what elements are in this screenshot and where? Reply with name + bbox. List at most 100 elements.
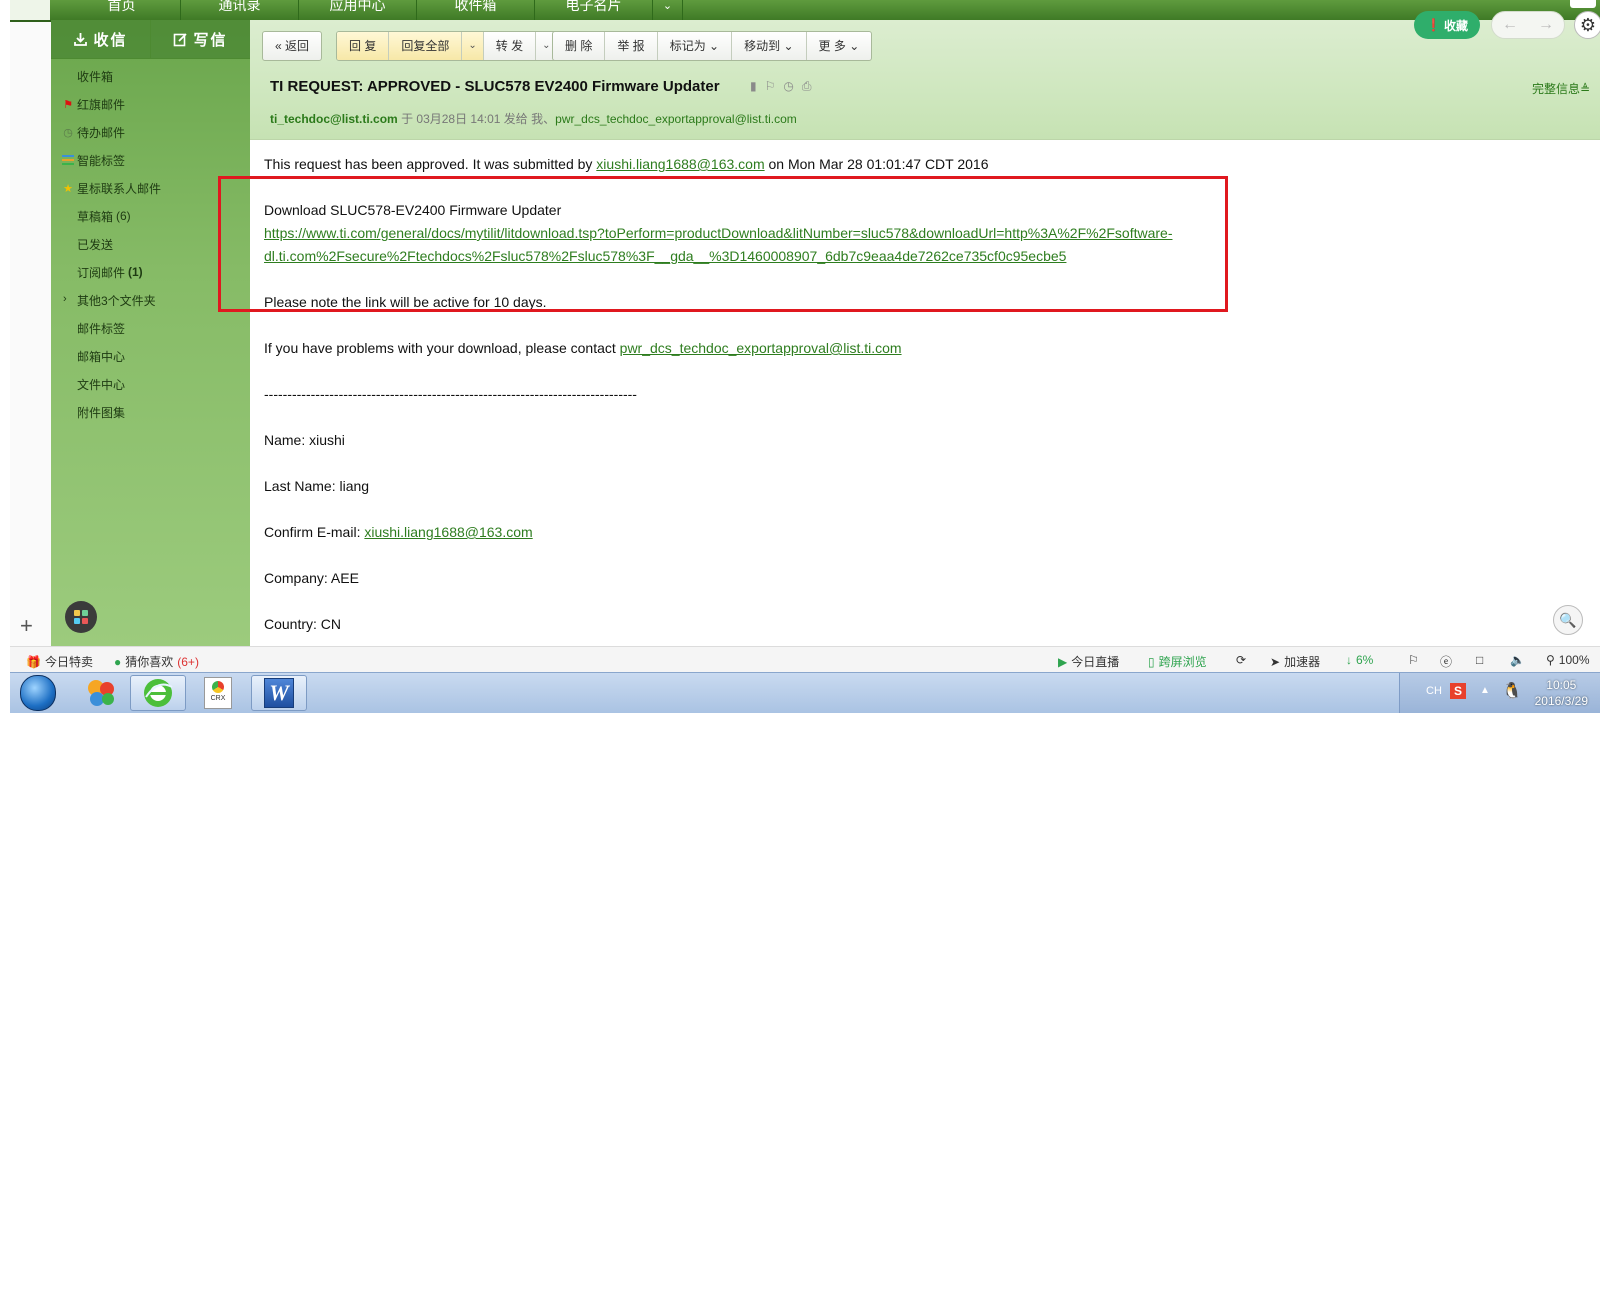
apps-grid-icon[interactable] — [65, 601, 97, 633]
forward-button[interactable]: 转 发 — [484, 32, 537, 60]
guess-like-label: 猜你喜欢 — [125, 655, 174, 669]
print-icon[interactable]: ⎙ — [802, 79, 812, 94]
sidebar-item-inbox[interactable]: 收件箱 — [51, 62, 250, 90]
sidebar-item-label: 文件中心 — [77, 377, 126, 392]
next-message-icon[interactable]: → — [1528, 12, 1564, 38]
sidebar-item-attachments[interactable]: 附件图集 — [51, 398, 250, 426]
sogou-ime-icon[interactable]: S — [1450, 683, 1466, 699]
tab-dropdown-icon[interactable]: ⌄ — [653, 0, 683, 20]
sidebar-item-flagged[interactable]: ⚑ 红旗邮件 — [51, 90, 250, 118]
today-deals-link[interactable]: 🎁 今日特卖 — [26, 653, 93, 670]
reply-button[interactable]: 回 复 — [337, 32, 390, 60]
chevron-down-icon: ⌄ — [783, 39, 794, 53]
window-icon[interactable]: □ — [1476, 653, 1483, 667]
phone-icon: ▯ — [1148, 654, 1155, 669]
dot-icon: ● — [114, 654, 122, 669]
windows-taskbar: CRX W CH S ▲ 🐧 10:05 2016/3/29 — [10, 672, 1600, 713]
sidebar-item-label: 星标联系人邮件 — [77, 181, 162, 196]
rocket-icon: ➤ — [1270, 654, 1281, 669]
tab-business-card[interactable]: 电子名片 — [535, 0, 653, 20]
receive-button[interactable]: 收信 — [51, 20, 150, 58]
sidebar-item-file-center[interactable]: 文件中心 — [51, 370, 250, 398]
tab-home[interactable]: 首页 — [63, 0, 181, 20]
flag-outline-icon[interactable]: ⚐ — [1408, 653, 1419, 667]
reply-dropdown-icon[interactable]: ⌄ — [462, 32, 484, 60]
ie-icon[interactable]: ⓔ — [1440, 653, 1452, 670]
more-button[interactable]: 更 多 ⌄ — [807, 32, 872, 60]
cross-screen-label: 跨屏浏览 — [1158, 655, 1207, 669]
tab-app-center[interactable]: 应用中心 — [299, 0, 417, 20]
approval-line: This request has been approved. It was s… — [264, 156, 989, 172]
live-label: 今日直播 — [1071, 655, 1120, 669]
add-icon[interactable]: + — [20, 615, 33, 637]
confirm-email-line: Confirm E-mail: xiushi.liang1688@163.com — [264, 524, 533, 540]
back-button[interactable]: « 返回 — [263, 32, 321, 60]
sidebar-item-todo[interactable]: ◷ 待办邮件 — [51, 118, 250, 146]
prev-message-icon[interactable]: ← — [1492, 12, 1528, 38]
problems-text: If you have problems with your download,… — [264, 340, 620, 356]
clock[interactable]: 10:05 2016/3/29 — [1535, 677, 1588, 709]
zoom-icon[interactable]: 🔍 — [1553, 605, 1583, 635]
move-to-button[interactable]: 移动到 ⌄ — [732, 32, 807, 60]
gear-icon[interactable]: ⚙ — [1574, 11, 1600, 39]
support-email-link[interactable]: pwr_dcs_techdoc_exportapproval@list.ti.c… — [620, 340, 902, 356]
compose-button[interactable]: 写信 — [150, 20, 250, 58]
left-gap — [0, 0, 10, 700]
play-icon: ▶ — [1058, 654, 1068, 669]
sidebar-item-label: 其他3个文件夹 — [77, 293, 156, 308]
taskbar-app-colorful[interactable] — [74, 675, 130, 711]
receive-label: 收信 — [93, 31, 128, 49]
guess-like-link[interactable]: ● 猜你喜欢 (6+) — [114, 653, 199, 670]
taskbar-word[interactable]: W — [251, 675, 307, 711]
flag-outline-icon[interactable]: ⚐ — [765, 79, 776, 94]
sidebar-item-smart-tags[interactable]: 智能标签 — [51, 146, 250, 174]
qq-penguin-icon[interactable]: 🐧 — [1502, 681, 1522, 701]
sidebar-item-mail-center[interactable]: 邮箱中心 — [51, 342, 250, 370]
input-language[interactable]: CH — [1426, 685, 1442, 697]
download-arrow-icon: ↓ — [1346, 653, 1352, 667]
clock-date: 2016/3/29 — [1534, 694, 1588, 708]
live-link[interactable]: ▶ 今日直播 — [1058, 653, 1119, 670]
country-field: Country: CN — [264, 616, 342, 632]
crx-file-icon: CRX — [204, 677, 232, 709]
confirm-email-link[interactable]: xiushi.liang1688@163.com — [364, 524, 532, 540]
submitter-email-link[interactable]: xiushi.liang1688@163.com — [596, 156, 764, 172]
action-group: 删 除 举 报 标记为 ⌄ 移动到 ⌄ 更 多 ⌄ — [552, 31, 873, 61]
taskbar-crx[interactable]: CRX — [190, 675, 246, 711]
sender-address[interactable]: ti_techdoc@list.ti.com — [270, 112, 398, 126]
confirm-email-label: Confirm E-mail: — [264, 524, 365, 540]
start-button[interactable] — [18, 675, 58, 711]
sidebar-actions: 收信 写信 — [51, 20, 250, 59]
crx-label: CRX — [210, 695, 226, 702]
report-button[interactable]: 举 报 — [605, 32, 658, 60]
browser-e-icon — [144, 679, 173, 707]
sidebar-item-label: 订阅邮件 — [77, 265, 126, 280]
speaker-icon[interactable]: 🔈 — [1510, 653, 1525, 667]
windows-logo-icon — [20, 675, 56, 711]
favorite-button[interactable]: ❗ 收藏 — [1414, 11, 1480, 39]
sidebar-item-label: 邮件标签 — [77, 321, 126, 336]
mark-as-button[interactable]: 标记为 ⌄ — [658, 32, 733, 60]
cross-screen-link[interactable]: ▯ 跨屏浏览 — [1148, 653, 1207, 670]
reply-all-button[interactable]: 回复全部 — [389, 32, 463, 60]
sidebar-item-label: 邮箱中心 — [77, 349, 126, 364]
clock-icon[interactable]: ◷ — [783, 79, 793, 94]
tag-icon[interactable]: ▮ — [750, 79, 757, 94]
full-info-link[interactable]: 完整信息≜ — [1532, 80, 1590, 97]
tray-expand-icon[interactable]: ▲ — [1480, 685, 1490, 696]
download-indicator[interactable]: ↓ 6% — [1346, 653, 1373, 667]
star-icon: ★ — [63, 182, 73, 195]
left-strip — [10, 20, 52, 646]
delete-button[interactable]: 删 除 — [553, 32, 606, 60]
recipient-address[interactable]: pwr_dcs_techdoc_exportapproval@list.ti.c… — [555, 112, 797, 126]
sidebar-item-label: 草稿箱 — [77, 209, 114, 224]
sidebar-item-mail-tags[interactable]: 邮件标签 — [51, 314, 250, 342]
tab-contacts[interactable]: 通讯录 — [181, 0, 299, 20]
tab-inbox[interactable]: 收件箱 — [417, 0, 535, 20]
sync-icon[interactable]: ⟳ — [1236, 653, 1246, 667]
accelerator-button[interactable]: ➤ 加速器 — [1270, 653, 1320, 670]
subject-actions: ▮ ⚐ ◷ ⎙ — [750, 79, 811, 94]
zoom-level[interactable]: ⚲ 100% — [1546, 653, 1590, 667]
taskbar-browser[interactable] — [130, 675, 186, 711]
move-to-label: 移动到 — [744, 39, 781, 53]
